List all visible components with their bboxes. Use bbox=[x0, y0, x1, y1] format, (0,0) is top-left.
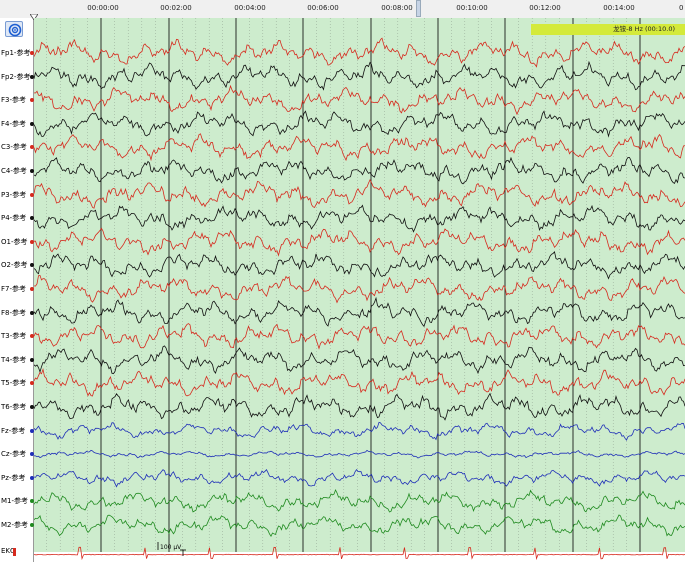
time-tick-label: 00:08:00 bbox=[381, 4, 413, 12]
plot-background bbox=[34, 18, 685, 562]
channel-label[interactable]: Fp1-参考 bbox=[1, 48, 30, 58]
channel-label[interactable]: F4-参考 bbox=[1, 119, 26, 129]
channel-label[interactable]: O2-参考 bbox=[1, 260, 28, 270]
time-tick-label: 00:10:00 bbox=[456, 4, 488, 12]
channel-color-dot bbox=[13, 547, 16, 556]
target-icon bbox=[8, 23, 22, 37]
channel-label[interactable]: F8-参考 bbox=[1, 308, 26, 318]
scale-label: 100 µV bbox=[160, 544, 182, 551]
ekg-strip-background bbox=[34, 552, 685, 562]
channel-label[interactable]: P4-参考 bbox=[1, 213, 26, 223]
annotation-marker[interactable]: 龙铵-8 Hz (00:10.0) bbox=[531, 24, 685, 35]
channel-label[interactable]: Fp2-参考 bbox=[1, 72, 30, 82]
channel-label[interactable]: P3-参考 bbox=[1, 190, 26, 200]
channel-label[interactable]: T3-参考 bbox=[1, 331, 26, 341]
time-ruler[interactable]: 00:00:00 00:02:00 00:04:00 00:06:00 00:08:00… bbox=[0, 0, 685, 19]
channel-label[interactable]: Pz-参考 bbox=[1, 473, 25, 483]
time-tick-label: 00:00:00 bbox=[87, 4, 119, 12]
time-tick-label: 00:02:00 bbox=[160, 4, 192, 12]
channel-label[interactable]: C3-参考 bbox=[1, 142, 27, 152]
channel-label[interactable]: F3-参考 bbox=[1, 95, 26, 105]
channel-label[interactable]: M1-参考 bbox=[1, 496, 28, 506]
eeg-viewer: 00:00:00 00:02:00 00:04:00 00:06:00 00:08:00… bbox=[0, 0, 685, 562]
channel-label[interactable]: F7-参考 bbox=[1, 284, 26, 294]
channel-label[interactable]: O1-参考 bbox=[1, 237, 28, 247]
channel-label[interactable]: Fz-参考 bbox=[1, 426, 25, 436]
channel-label[interactable]: T4-参考 bbox=[1, 355, 26, 365]
channel-label[interactable]: C4-参考 bbox=[1, 166, 27, 176]
channel-label[interactable]: Cz-参考 bbox=[1, 449, 26, 459]
eeg-waveform-plot[interactable]: 100 µV bbox=[34, 18, 685, 562]
channel-label[interactable]: T5-参考 bbox=[1, 378, 26, 388]
channel-label-panel: Fp1-参考 Fp2-参考 F3-参考 F4-参考 C3-参考 C4-参考 P3-参考 P4-… bbox=[0, 18, 34, 562]
channel-label[interactable]: T6-参考 bbox=[1, 402, 26, 412]
time-tick-label: 0 bbox=[679, 4, 684, 12]
time-tick-label: 00:04:00 bbox=[234, 4, 266, 12]
time-tick-label: 00:12:00 bbox=[529, 4, 561, 12]
navigation-button[interactable] bbox=[5, 21, 23, 37]
time-scroll-thumb[interactable] bbox=[416, 0, 421, 17]
channel-label[interactable]: M2-参考 bbox=[1, 520, 28, 530]
time-tick-label: 00:14:00 bbox=[603, 4, 635, 12]
time-tick-label: 00:06:00 bbox=[307, 4, 339, 12]
